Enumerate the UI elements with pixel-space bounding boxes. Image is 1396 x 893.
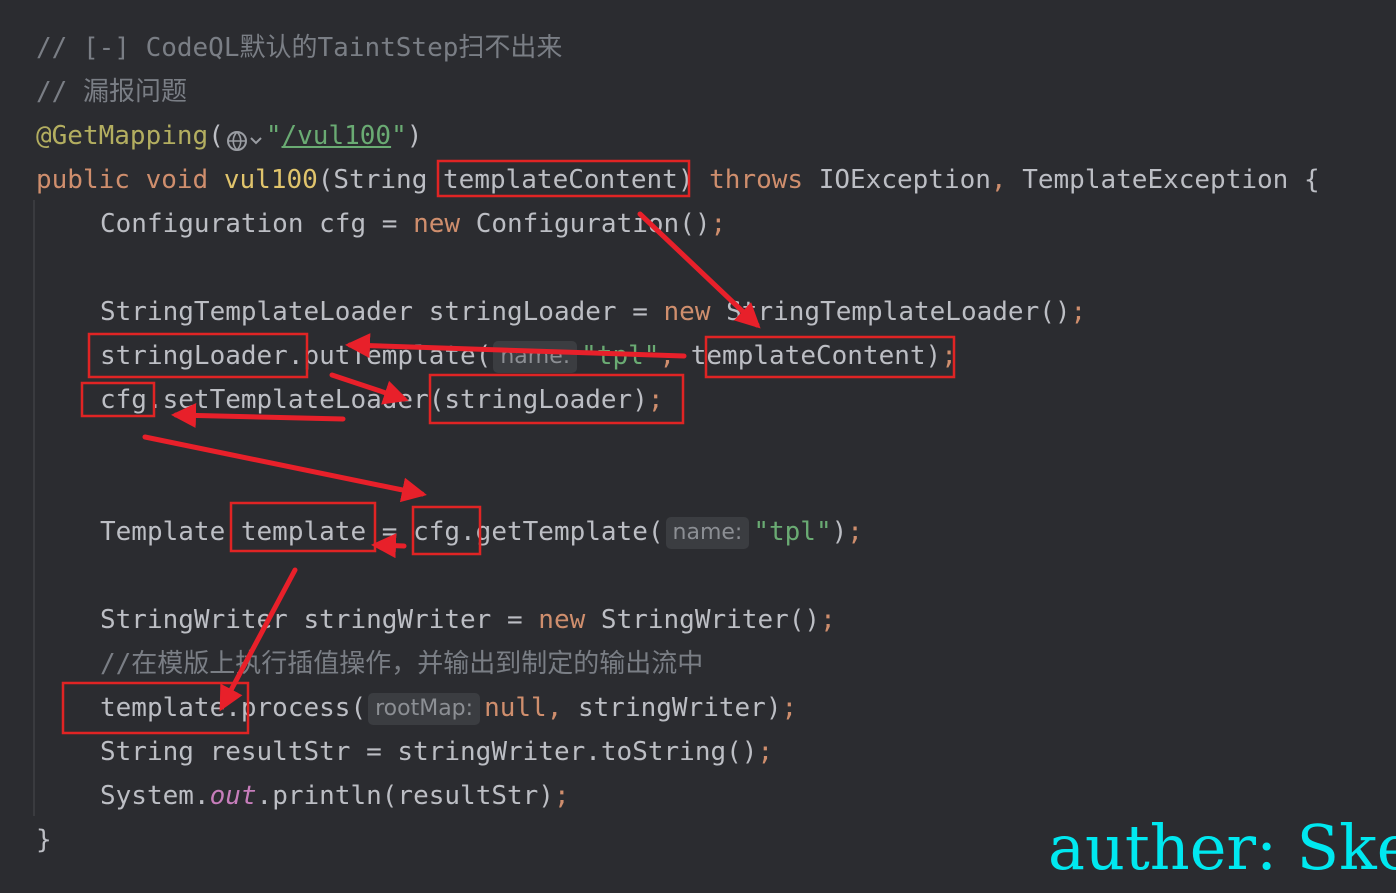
arrow-6: [371, 533, 407, 559]
arrow-7: [219, 567, 298, 712]
highlight-box-cfg: [80, 381, 156, 418]
watermark: auther: Ske: [1048, 811, 1396, 884]
highlight-box-template: [229, 501, 377, 553]
arrow-2: [345, 333, 687, 359]
highlight-box-stringloader: [87, 332, 309, 379]
highlight-box-setloader-arg: [428, 373, 685, 425]
highlight-box-param: [436, 159, 691, 198]
arrow-1: [637, 211, 761, 329]
arrow-3: [329, 372, 409, 405]
highlight-box-cfg-get: [411, 505, 482, 556]
arrow-4: [171, 402, 346, 428]
highlight-box-templatecontent: [704, 335, 956, 379]
annotation-overlay: [61, 159, 956, 735]
arrow-5: [142, 434, 427, 503]
